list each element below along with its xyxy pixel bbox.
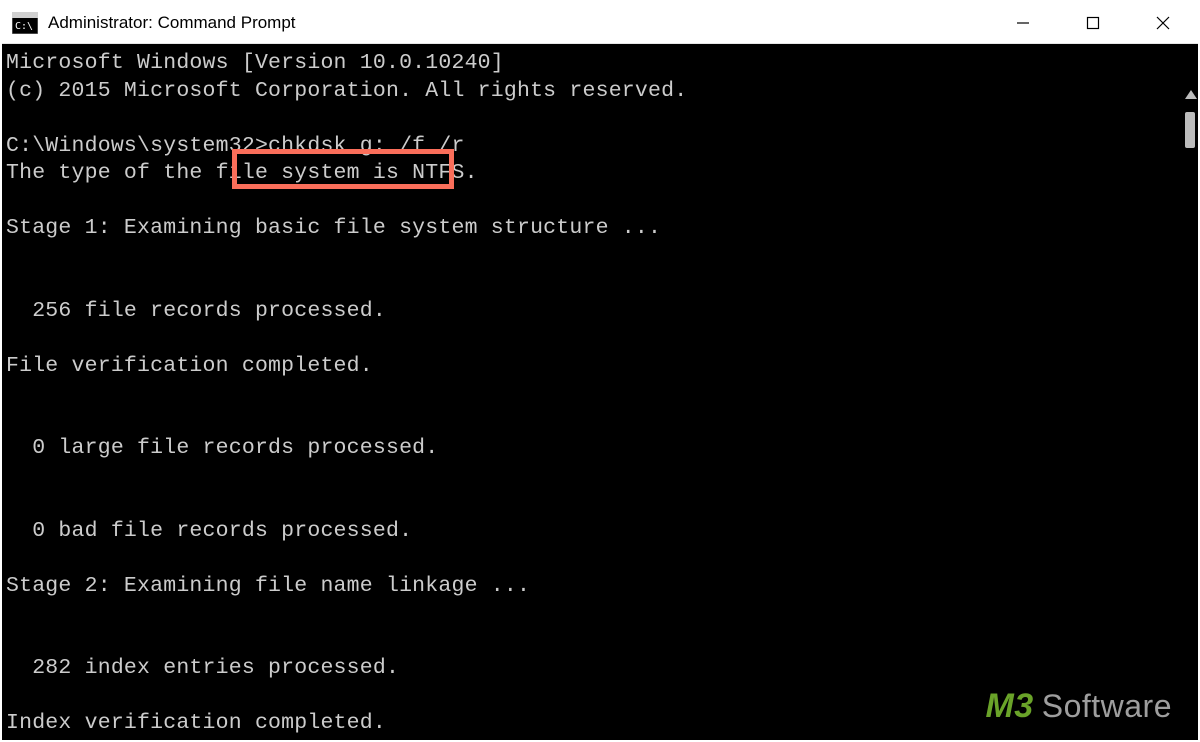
terminal[interactable]: Microsoft Windows [Version 10.0.10240] (… (2, 44, 1198, 740)
window-controls (988, 2, 1198, 43)
svg-text:C:\: C:\ (15, 21, 33, 32)
titlebar[interactable]: C:\ Administrator: Command Prompt (2, 2, 1198, 44)
terminal-output: Microsoft Windows [Version 10.0.10240] (… (2, 44, 1198, 738)
cmd-window: C:\ Administrator: Command Prompt Micros… (2, 2, 1198, 740)
cmd-icon: C:\ (12, 12, 38, 34)
scroll-up-arrow-icon[interactable] (1185, 90, 1197, 99)
maximize-button[interactable] (1058, 2, 1128, 43)
scroll-thumb[interactable] (1185, 112, 1195, 148)
minimize-button[interactable] (988, 2, 1058, 43)
scrollbar[interactable] (1184, 44, 1198, 740)
close-button[interactable] (1128, 2, 1198, 43)
window-title: Administrator: Command Prompt (48, 13, 988, 33)
